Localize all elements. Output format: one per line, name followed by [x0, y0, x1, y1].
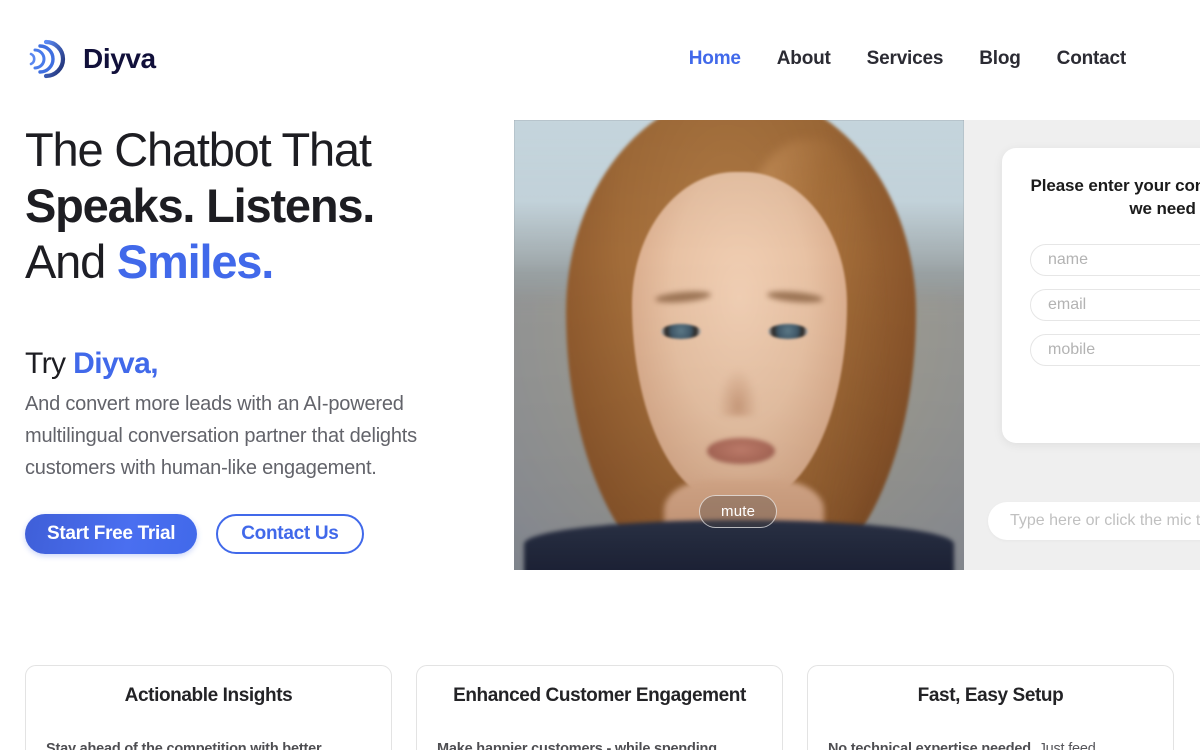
feature-card-title: Actionable Insights [124, 685, 293, 706]
nav-item-services[interactable]: Services [867, 48, 944, 70]
hero-subtitle-accent: Diyva, [73, 347, 158, 380]
contact-us-button[interactable]: Contact Us [216, 514, 364, 554]
feature-card-title: Fast, Easy Setup [917, 685, 1064, 706]
landing-page: Diyva Home About Services Blog Contact T… [0, 0, 1200, 750]
hero-description: And convert more leads with an AI-powere… [25, 393, 417, 479]
email-input[interactable] [1030, 289, 1200, 321]
headline-line-3: And Smiles. [25, 234, 505, 290]
feature-card-body-bold: Make happier customers - while spending [437, 741, 717, 750]
headline-line-2: Speaks. Listens. [25, 179, 375, 232]
chat-panel: Please enter your contact information in… [964, 120, 1200, 570]
feature-card-actionable-insights: Actionable Insights Stay ahead of the co… [25, 665, 392, 750]
headline-line-3-accent: Smiles. [116, 235, 274, 288]
contact-form-card: Please enter your contact information in… [1002, 148, 1200, 443]
contact-form-title: Please enter your contact information in… [1030, 176, 1200, 218]
feature-card-body: Make happier customers - while spending [437, 738, 762, 750]
headline-line-3-prefix: And [25, 235, 117, 288]
nav-item-home[interactable]: Home [689, 48, 741, 70]
headline-line-1: The Chatbot That [25, 123, 372, 176]
diyva-demo-widget: mute Please enter your contact informati… [514, 120, 1200, 570]
hero-subtitle-prefix: Try [25, 347, 74, 380]
brand-name: Diyva [83, 43, 156, 74]
mobile-input[interactable] [1030, 334, 1200, 366]
brand-logo[interactable]: Diyva [26, 31, 156, 87]
nav-item-blog[interactable]: Blog [979, 48, 1021, 70]
hero-subtitle: Try Diyva, [25, 345, 505, 383]
hero-cta-row: Start Free Trial Contact Us [25, 514, 505, 554]
feature-card-enhanced-engagement: Enhanced Customer Engagement Make happie… [416, 665, 783, 750]
hero-copy: The Chatbot That Speaks. Listens. And Sm… [25, 122, 505, 554]
feature-cards: Actionable Insights Stay ahead of the co… [25, 665, 1175, 750]
soundwave-logo-icon [26, 36, 72, 82]
start-button-row: Start [1030, 386, 1200, 419]
mute-button[interactable]: mute [699, 495, 778, 528]
feature-card-fast-easy-setup: Fast, Easy Setup No technical expertise … [807, 665, 1174, 750]
feature-card-body: Stay ahead of the competition with bette… [46, 738, 371, 750]
feature-card-body-regular: Just feed [1034, 741, 1096, 750]
feature-card-body-bold: No technical expertise needed. [828, 741, 1035, 750]
main-nav: Home About Services Blog Contact [689, 48, 1176, 70]
site-header: Diyva Home About Services Blog Contact [0, 0, 1200, 118]
name-input[interactable] [1030, 244, 1200, 276]
nav-item-contact[interactable]: Contact [1057, 48, 1127, 70]
feature-card-title: Enhanced Customer Engagement [453, 685, 746, 706]
avatar-video[interactable]: mute [514, 120, 964, 570]
feature-card-body: No technical expertise needed. Just feed [828, 738, 1153, 750]
page-title: The Chatbot That Speaks. Listens. And Sm… [25, 122, 505, 290]
chat-message-input[interactable] [988, 502, 1200, 540]
start-free-trial-button[interactable]: Start Free Trial [25, 514, 198, 554]
nav-item-about[interactable]: About [777, 48, 831, 70]
feature-card-body-bold: Stay ahead of the competition with bette… [46, 741, 322, 750]
